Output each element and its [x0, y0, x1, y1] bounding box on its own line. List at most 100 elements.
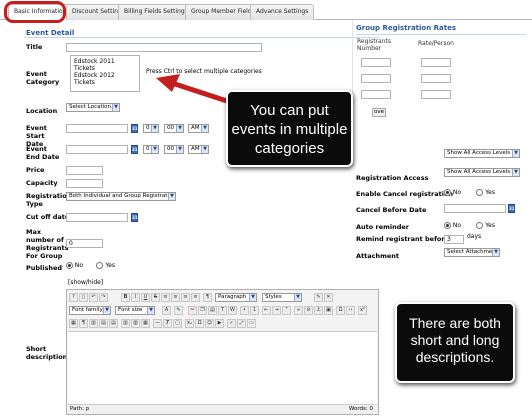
align-center-icon[interactable]: ≡ — [171, 293, 180, 302]
brush-icon[interactable]: ✎ — [314, 293, 323, 302]
remove-format-icon[interactable]: Ⱦ — [163, 319, 172, 328]
paste-icon[interactable]: ▤ — [208, 306, 217, 315]
remind-days-input[interactable]: 3 — [444, 235, 464, 244]
spellcheck-icon[interactable]: ✓ — [227, 319, 236, 328]
location-select[interactable]: Select Location ▼ — [66, 103, 120, 112]
underline-icon[interactable]: U — [141, 293, 150, 302]
event-category-listbox[interactable]: Edstock 2011 Tickets Edstock 2012 Ticket… — [70, 55, 140, 92]
end-hour-select[interactable]: 0 ▼ — [143, 145, 159, 154]
font-size-select[interactable]: Font size ▼ — [115, 306, 155, 315]
tab-billing-fields-setting[interactable]: Billing Fields Setting — [118, 4, 191, 20]
cancel-yes-radio[interactable] — [476, 189, 484, 196]
charmap-icon[interactable]: Ω — [195, 319, 204, 328]
delete-row-icon[interactable]: ▤ — [109, 319, 118, 328]
superscript-icon[interactable]: x² — [358, 306, 367, 315]
registrants-input[interactable] — [361, 74, 391, 83]
italic-icon[interactable]: I — [131, 293, 140, 302]
media-icon[interactable]: ▶ — [215, 319, 224, 328]
auto-no-radio[interactable] — [444, 222, 451, 229]
tab-advance-settings[interactable]: Advance Settings — [250, 4, 315, 20]
start-minute-select[interactable]: 00 ▼ — [164, 124, 184, 133]
table-icon[interactable]: ▦ — [69, 319, 78, 328]
undo-icon[interactable]: ↶ — [89, 293, 98, 302]
outdent-icon[interactable]: ⇤ — [262, 306, 271, 315]
cutoff-date-input[interactable] — [66, 213, 128, 222]
show-hide-link[interactable]: [show/hide] — [68, 279, 103, 287]
bullet-list-icon[interactable]: • — [240, 306, 249, 315]
cancel-before-input[interactable] — [444, 204, 506, 213]
insert-row-icon[interactable]: ▤ — [99, 319, 108, 328]
highlight-icon[interactable]: ✎ — [174, 306, 183, 315]
calendar-icon[interactable]: 31 — [131, 145, 138, 154]
numbered-list-icon[interactable]: 1 — [250, 306, 259, 315]
emotion-icon[interactable]: ☺ — [205, 319, 214, 328]
align-left-icon[interactable]: ≡ — [161, 293, 170, 302]
end-minute-select[interactable]: 00 ▼ — [164, 145, 184, 154]
rate-input[interactable] — [421, 74, 451, 83]
auto-yes-radio[interactable] — [476, 222, 484, 229]
align-right-icon[interactable]: ≡ — [181, 293, 190, 302]
paste-text-icon[interactable]: T — [218, 306, 227, 315]
registrants-input[interactable] — [361, 58, 391, 67]
html-icon[interactable]: ‹› — [346, 306, 355, 315]
rate-input[interactable] — [421, 90, 451, 99]
new-document-icon[interactable]: ▯ — [79, 293, 88, 302]
auto-reminder-radio-group: No Yes — [444, 222, 495, 230]
bold-icon[interactable]: B — [121, 293, 130, 302]
category-option[interactable]: Edstock 2011 Tickets — [74, 58, 136, 72]
calendar-icon[interactable]: 31 — [508, 204, 515, 213]
category-option[interactable]: Edstock 2012 Tickets — [74, 72, 136, 86]
hr-icon[interactable]: — — [153, 319, 162, 328]
end-ampm-select[interactable]: AM ▼ — [188, 145, 209, 154]
cancel-no-radio[interactable] — [444, 189, 451, 196]
insert-col-icon[interactable]: ▥ — [121, 319, 130, 328]
start-ampm-select[interactable]: AM ▼ — [188, 124, 209, 133]
quote-icon[interactable]: " — [282, 306, 291, 315]
image-icon[interactable]: ▣ — [324, 306, 333, 315]
title-input[interactable] — [66, 43, 262, 52]
copy-icon[interactable]: ❐ — [198, 306, 207, 315]
published-yes-radio[interactable] — [96, 262, 104, 269]
start-date-input[interactable] — [66, 124, 128, 133]
link-icon[interactable]: ∞ — [294, 306, 303, 315]
fullscreen-icon[interactable]: ⤢ — [237, 319, 246, 328]
attachment-select[interactable]: Select Attachment ▼ — [444, 248, 500, 257]
unlink-icon[interactable]: ⊘ — [304, 306, 313, 315]
anchor-icon[interactable]: ⚓ — [314, 306, 323, 315]
text-color-icon[interactable]: A — [162, 306, 171, 315]
row-props-icon[interactable]: ¶ — [79, 319, 88, 328]
access-level-select[interactable]: Show All Access Levels ▼ — [444, 149, 520, 158]
indent-icon[interactable]: ⇥ — [272, 306, 281, 315]
registrants-input[interactable] — [361, 90, 391, 99]
styles-select[interactable]: Styles ▼ — [262, 293, 302, 302]
calendar-icon[interactable]: 31 — [131, 124, 138, 133]
visual-aid-icon[interactable]: ▢ — [173, 319, 182, 328]
max-registrants-input[interactable]: 0 — [66, 239, 103, 248]
published-no-radio[interactable] — [66, 262, 73, 269]
paste-word-icon[interactable]: W — [228, 306, 237, 315]
start-hour-select[interactable]: 0 ▼ — [143, 124, 159, 133]
merge-cells-icon[interactable]: ▦ — [141, 319, 150, 328]
omega-icon[interactable]: Ω — [336, 306, 345, 315]
eraser-icon[interactable]: ✕ — [324, 293, 333, 302]
preview-icon[interactable]: ▭ — [247, 319, 256, 328]
calendar-icon[interactable]: 31 — [131, 213, 138, 222]
cut-icon[interactable]: ✂ — [188, 306, 197, 315]
font-family-select[interactable]: Font family ▼ — [69, 306, 111, 315]
subscript-icon[interactable]: x₂ — [185, 319, 194, 328]
help-icon[interactable]: ? — [69, 293, 78, 302]
editor-text-area[interactable] — [68, 331, 377, 404]
rate-input[interactable] — [421, 58, 451, 67]
end-date-input[interactable] — [66, 145, 128, 154]
paragraph-format-select[interactable]: Paragraph ▼ — [215, 293, 257, 302]
strikethrough-icon[interactable]: S — [151, 293, 160, 302]
price-input[interactable] — [66, 166, 103, 175]
redo-icon[interactable]: ↷ — [99, 293, 108, 302]
cell-props-icon[interactable]: ▥ — [89, 319, 98, 328]
registration-type-select[interactable]: Both Individual and Group Registration ▼ — [66, 192, 176, 201]
registration-access-select[interactable]: Show All Access Levels ▼ — [444, 168, 520, 177]
remove-rate-button[interactable]: ove — [372, 108, 386, 117]
capacity-input[interactable] — [66, 179, 103, 188]
justify-icon[interactable]: ≡ — [191, 293, 200, 302]
delete-col-icon[interactable]: ▥ — [131, 319, 140, 328]
